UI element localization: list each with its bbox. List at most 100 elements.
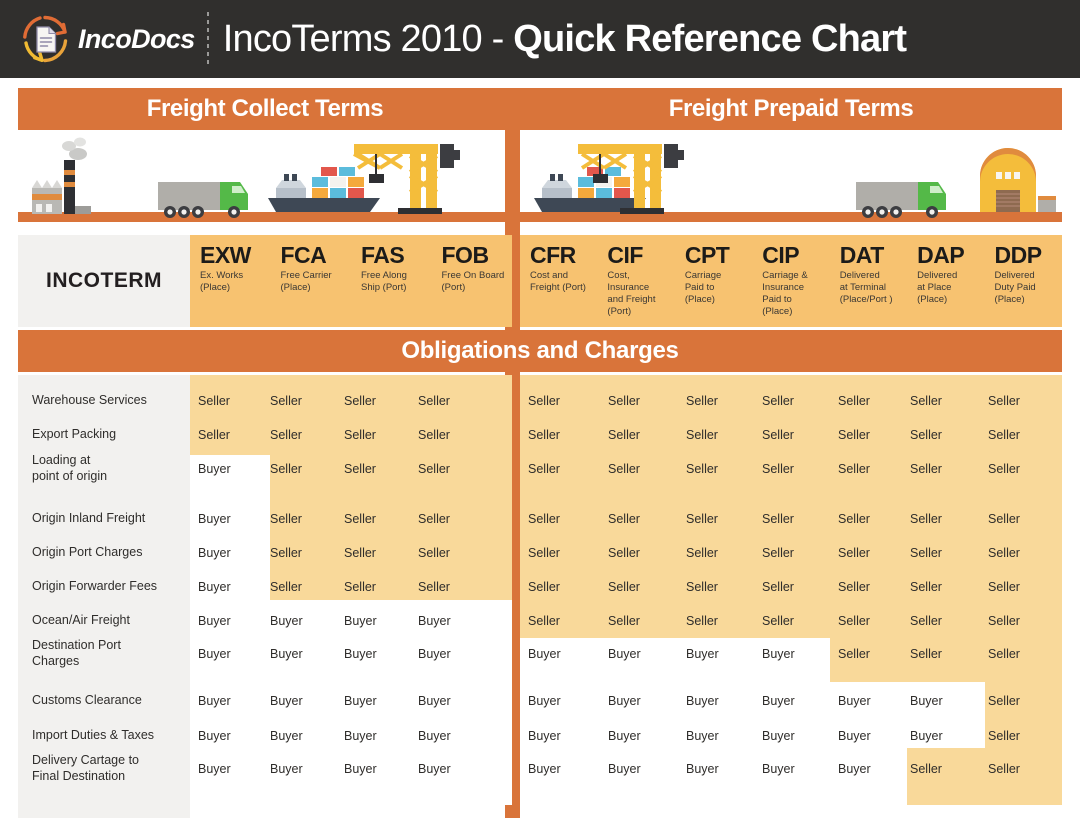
row-label: Origin Port Charges	[32, 545, 143, 559]
cell-fob-row7: Buyer	[418, 614, 451, 628]
incoterm-column-cpt: CPT Carriage Paid to (Place)	[675, 235, 752, 327]
cell-fas-row7: Buyer	[344, 614, 377, 628]
incoterm-description: Delivered at Place (Place)	[917, 270, 958, 305]
cell-cif-row6: Seller	[608, 580, 640, 594]
cell-dap-row9: Buyer	[910, 694, 943, 708]
cell-dat-row2: Seller	[838, 428, 870, 442]
incoterm-description: Ex. Works (Place)	[200, 270, 244, 294]
truck-icon	[856, 182, 946, 218]
cell-exw-row4: Buyer	[198, 512, 231, 526]
cell-exw-row3: Buyer	[198, 462, 231, 476]
obligations-banner: Obligations and Charges	[18, 330, 1062, 372]
row-label: Destination Port Charges	[32, 638, 121, 668]
incoterm-header-cell: INCOTERM	[18, 235, 190, 327]
cell-ddp-row2: Seller	[988, 428, 1020, 442]
document-refresh-icon	[23, 15, 68, 63]
cell-dat-row8: Seller	[838, 647, 870, 661]
values-block-left: Seller Seller Seller Seller Seller Seller Sell…	[190, 375, 512, 805]
app-header: IncoDocs IncoTerms 2010 - Quick Referenc…	[0, 0, 1080, 78]
cell-dat-row4: Seller	[838, 512, 870, 526]
cell-dap-row5: Seller	[910, 546, 942, 560]
cell-cif-row9: Buyer	[608, 694, 641, 708]
incoterm-code: CIP	[762, 242, 800, 268]
cell-cfr-row11: Buyer	[528, 762, 561, 776]
cell-cfr-row3: Seller	[528, 462, 560, 476]
incoterm-code: FCA	[280, 242, 327, 268]
cell-cfr-row10: Buyer	[528, 729, 561, 743]
cell-cfr-row8: Buyer	[528, 647, 561, 661]
cell-cpt-row3: Seller	[686, 462, 718, 476]
cell-dat-row7: Seller	[838, 614, 870, 628]
freight-collect-label: Freight Collect Terms	[146, 95, 384, 122]
incoterm-code: DDP	[994, 242, 1043, 268]
page-title-normal: IncoTerms 2010 -	[222, 17, 514, 60]
cell-fob-row9: Buyer	[418, 694, 451, 708]
cell-dap-row6: Seller	[910, 580, 942, 594]
cell-dap-row4: Seller	[910, 512, 942, 526]
cell-fob-row4: Seller	[418, 512, 450, 526]
cell-fob-row1: Seller	[418, 394, 450, 408]
incoterm-description: Cost, Insurance and Freight (Port)	[607, 270, 656, 317]
incoterm-description: Free Along Ship (Port)	[361, 270, 407, 294]
incoterm-description: Free On Board (Port)	[441, 270, 505, 294]
cell-ddp-row1: Seller	[988, 394, 1020, 408]
cell-cip-row5: Seller	[762, 546, 794, 560]
row-label: Export Packing	[32, 427, 117, 441]
cell-cip-row6: Seller	[762, 580, 794, 594]
cell-fca-row6: Seller	[270, 580, 302, 594]
cell-dat-row10: Buyer	[838, 729, 871, 743]
cell-cfr-row1: Seller	[528, 394, 560, 408]
incoterm-columns-left: EXW Ex. Works (Place) FCA Free Carrier (Place…	[190, 235, 512, 327]
page-title: IncoTerms 2010 - Quick Reference Chart	[222, 17, 907, 61]
cell-fas-row11: Buyer	[344, 762, 377, 776]
cell-dap-row7: Seller	[910, 614, 942, 628]
cell-dap-row1: Seller	[910, 394, 942, 408]
incoterm-column-cip: CIP Carriage & Insurance Paid to (Place)	[752, 235, 829, 327]
cell-dat-row5: Seller	[838, 546, 870, 560]
row-label: Warehouse Services	[32, 393, 147, 407]
cell-cfr-row4: Seller	[528, 512, 560, 526]
cell-fas-row4: Seller	[344, 512, 376, 526]
cell-cpt-row4: Seller	[686, 512, 718, 526]
cell-fas-row2: Seller	[344, 428, 376, 442]
cell-fca-row4: Seller	[270, 512, 302, 526]
cell-exw-row8: Buyer	[198, 647, 231, 661]
incoterm-column-fas: FAS Free Along Ship (Port)	[351, 235, 432, 327]
cell-fob-row2: Seller	[418, 428, 450, 442]
cell-dap-row3: Seller	[910, 462, 942, 476]
cell-cif-row4: Seller	[608, 512, 640, 526]
incoterm-description: Delivered Duty Paid (Place)	[994, 270, 1036, 305]
incoterm-code: FAS	[361, 242, 405, 268]
cell-fas-row8: Buyer	[344, 647, 377, 661]
cell-fca-row2: Seller	[270, 428, 302, 442]
incoterm-label: INCOTERM	[46, 269, 162, 292]
cell-exw-row6: Buyer	[198, 580, 231, 594]
cell-cip-row10: Buyer	[762, 729, 795, 743]
cell-exw-row10: Buyer	[198, 729, 231, 743]
cell-exw-row5: Buyer	[198, 546, 231, 560]
cell-fca-row5: Seller	[270, 546, 302, 560]
cell-dap-row8: Seller	[910, 647, 942, 661]
row-label: Import Duties & Taxes	[32, 728, 155, 742]
cell-cif-row7: Seller	[608, 614, 640, 628]
cell-dat-row1: Seller	[838, 394, 870, 408]
cell-cfr-row5: Seller	[528, 546, 560, 560]
cell-ddp-row4: Seller	[988, 512, 1020, 526]
cell-cpt-row11: Buyer	[686, 762, 719, 776]
incoterm-description: Carriage Paid to (Place)	[684, 270, 722, 305]
cell-fca-row11: Buyer	[270, 762, 303, 776]
cell-cip-row8: Buyer	[762, 647, 795, 661]
cell-ddp-row7: Seller	[988, 614, 1020, 628]
incoterm-code: DAT	[839, 242, 885, 268]
cell-cip-row11: Buyer	[762, 762, 795, 776]
incoterm-column-dap: DAP Delivered at Place (Place)	[907, 235, 984, 327]
cell-cfr-row6: Seller	[528, 580, 560, 594]
cell-cif-row11: Buyer	[608, 762, 641, 776]
row-label: Customs Clearance	[32, 693, 142, 707]
illustration-strip-left	[18, 130, 512, 235]
cargo-ship-icon	[534, 167, 646, 212]
cell-fob-row8: Buyer	[418, 647, 451, 661]
cell-cpt-row1: Seller	[686, 394, 718, 408]
cell-ddp-row10: Seller	[988, 729, 1020, 743]
buyer-region-cfr-cip	[520, 638, 830, 805]
